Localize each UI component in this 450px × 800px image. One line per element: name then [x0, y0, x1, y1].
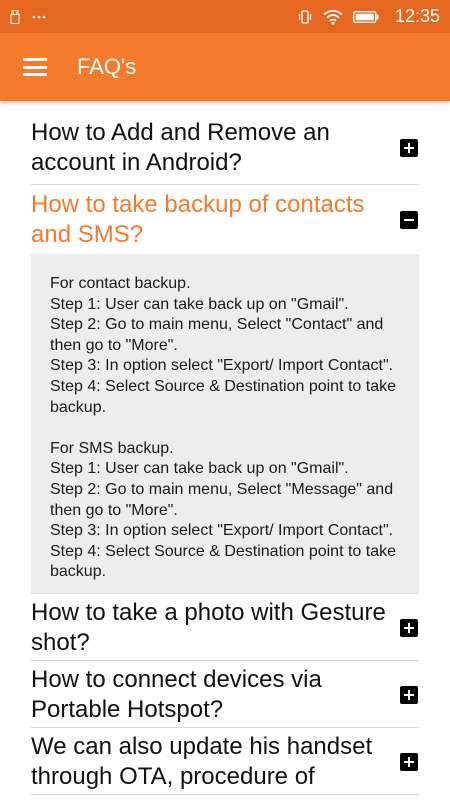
faq-item-expanded: How to take backup of contacts and SMS? …: [31, 185, 419, 594]
answer-line: Step 3: In option select "Export/ Import…: [50, 357, 394, 375]
answer-blank-line: [50, 418, 400, 439]
answer-line: Step 4: Select Source & Destination poin…: [50, 377, 396, 416]
status-time: 12:35: [394, 6, 440, 26]
faq-item: We can also update his handset through O…: [31, 728, 419, 795]
faq-question: How to take a photo with Gesture shot?: [31, 598, 386, 656]
answer-line: Step 1: User can take back up on "Gmail"…: [50, 295, 349, 313]
faq-header[interactable]: How to take backup of contacts and SMS?: [31, 185, 419, 252]
answer-line: Step 2: Go to main menu, Select "Message…: [50, 480, 394, 519]
faq-header[interactable]: How to take a photo with Gesture shot?: [31, 594, 419, 660]
minus-box-icon[interactable]: [400, 211, 418, 229]
faq-question: We can also update his handset through O…: [31, 732, 373, 790]
status-bar: 12:35: [0, 0, 450, 33]
faq-answer: For contact backup. Step 1: User can tak…: [31, 254, 419, 593]
faq-item: How to connect devices via Portable Hots…: [31, 661, 419, 728]
answer-line: For SMS backup.: [50, 439, 174, 457]
battery-icon: [352, 10, 379, 24]
answer-line: Step 1: User can take back up on "Gmail"…: [50, 460, 349, 478]
answer-line: Step 3: In option select "Export/ Import…: [50, 522, 394, 540]
plus-box-icon[interactable]: [400, 752, 418, 771]
faq-list: How to Add and Remove an account in Andr…: [31, 101, 419, 800]
status-right-icons: 12:35: [297, 6, 440, 27]
wifi-icon: [323, 9, 343, 25]
answer-line: For contact backup.: [50, 275, 191, 292]
page-title: FAQ's: [77, 54, 137, 79]
status-left-icons: [10, 9, 46, 24]
faq-header[interactable]: We can also update his handset through O…: [31, 728, 419, 794]
faq-question: How to Add and Remove an account in Andr…: [31, 119, 330, 176]
faq-question: How to take backup of contacts and SMS?: [31, 191, 365, 248]
faq-item: How to take a photo with Gesture shot?: [31, 594, 419, 661]
faq-header[interactable]: How to Add and Remove an account in Andr…: [31, 101, 419, 184]
faq-item: How to Add and Remove an account in Andr…: [31, 101, 419, 185]
more-notifications-dots-icon: [32, 15, 46, 19]
faq-header[interactable]: How to connect devices via Portable Hots…: [31, 661, 419, 727]
answer-line: Step 4: Select Source & Destination poin…: [50, 542, 396, 581]
answer-line: Step 2: Go to main menu, Select "Contact…: [50, 316, 384, 354]
plus-box-icon[interactable]: [400, 685, 418, 704]
plus-box-icon[interactable]: [400, 618, 418, 637]
usb-icon: [10, 9, 20, 24]
hamburger-menu-icon[interactable]: [23, 58, 47, 76]
vibrate-icon: [297, 9, 313, 25]
faq-question: How to connect devices via Portable Hots…: [31, 665, 322, 723]
plus-box-icon[interactable]: [400, 139, 418, 157]
app-bar: FAQ's: [0, 33, 450, 101]
